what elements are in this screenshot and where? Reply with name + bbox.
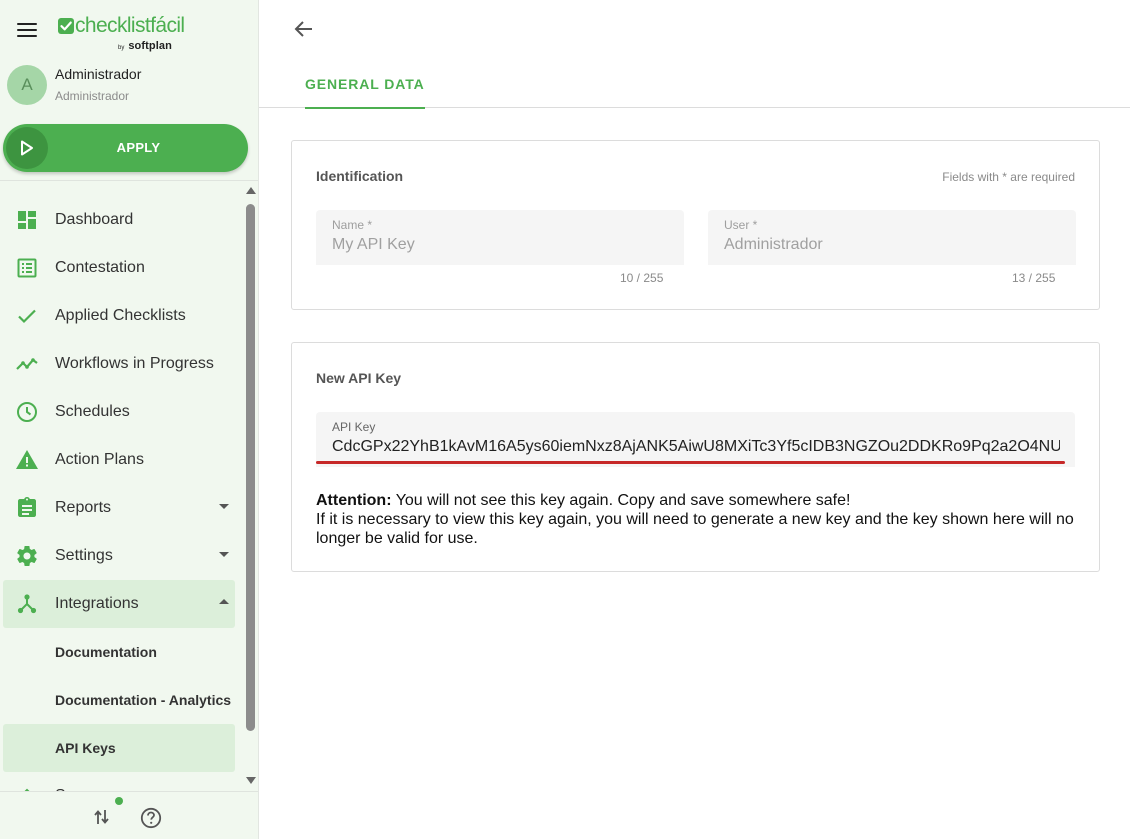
sidebar-item-partial[interactable]: S [3, 772, 235, 791]
sidebar-subitem-label: Documentation [55, 644, 157, 660]
sidebar-item-reports[interactable]: Reports [3, 484, 235, 532]
check-icon [18, 309, 36, 324]
sidebar-header: checklistfácil by softplan [0, 0, 258, 58]
logo-by: by [118, 45, 125, 51]
sidebar-subitem-label: API Keys [55, 740, 116, 756]
sidebar-item-label: Dashboard [55, 211, 134, 228]
sidebar-item-label: Contestation [55, 259, 145, 276]
user-name: Administrador [55, 66, 142, 82]
sidebar-item-action-plans[interactable]: Action Plans [3, 436, 235, 484]
scrollbar-thumb[interactable] [246, 204, 255, 731]
attention-message: Attention: You will not see this key aga… [316, 491, 1076, 548]
required-note: Fields with * are required [942, 170, 1075, 184]
attention-text: You will not see this key again. Copy an… [391, 492, 851, 509]
logo-brand: softplan [128, 40, 172, 52]
name-counter: 10 / 255 [620, 271, 664, 285]
scroll-up-icon[interactable] [246, 187, 256, 194]
api-key-label: API Key [332, 420, 376, 434]
user-counter: 13 / 255 [1012, 271, 1056, 285]
help-icon[interactable] [140, 807, 162, 829]
attention-label: Attention: [316, 492, 392, 509]
name-field-label: Name * [332, 218, 373, 232]
name-field[interactable]: Name * My API Key [316, 210, 684, 265]
api-key-highlight-underline [316, 461, 1065, 464]
identification-card: Identification Fields with * are require… [291, 140, 1100, 310]
sidebar-subitem-documentation[interactable]: Documentation [3, 628, 235, 676]
identification-title: Identification [316, 168, 404, 184]
list-icon [17, 258, 37, 278]
partial-icon [24, 788, 30, 791]
sync-status-dot [115, 797, 123, 805]
chevron-down-icon [219, 504, 229, 509]
dashboard-icon [18, 211, 36, 229]
sidebar-item-label: Reports [55, 499, 112, 516]
sidebar-item-settings[interactable]: Settings [3, 532, 235, 580]
sidebar-subitem-documentation-analytics[interactable]: Documentation - Analytics [3, 676, 235, 724]
sync-icon[interactable] [93, 807, 111, 827]
tab-general-data[interactable]: GENERAL DATA [305, 58, 425, 109]
user-field[interactable]: User * Administrador [708, 210, 1076, 265]
sidebar-item-applied-checklists[interactable]: Applied Checklists [3, 292, 235, 340]
user-role: Administrador [55, 89, 130, 103]
sidebar-item-label: Workflows in Progress [55, 355, 214, 372]
user-profile[interactable]: A Administrador Administrador [7, 63, 252, 107]
logo-text: checklistfácil [75, 14, 185, 37]
sidebar-item-contestation[interactable]: Contestation [3, 244, 235, 292]
api-key-field[interactable]: API Key CdcGPx22YhB1kAvM16A5ys60iemNxz8A… [316, 412, 1075, 467]
trend-icon [16, 358, 38, 370]
apply-label: APPLY [116, 140, 161, 155]
clipboard-icon [18, 497, 36, 517]
sidebar-item-dashboard[interactable]: Dashboard [3, 196, 235, 244]
sidebar-footer [0, 791, 258, 839]
name-field-value: My API Key [332, 236, 415, 253]
clock-icon [17, 402, 37, 422]
attention-detail: If it is necessary to view this key agai… [316, 511, 1074, 547]
sidebar-item-label: Settings [55, 547, 113, 564]
sidebar-item-label: Schedules [55, 403, 130, 420]
sidebar-nav: Dashboard Contestation Applied Checklist… [0, 181, 243, 791]
chevron-down-icon [219, 552, 229, 557]
chevron-up-icon [219, 599, 229, 604]
new-api-key-card: New API Key API Key CdcGPx22YhB1kAvM16A5… [291, 342, 1100, 572]
user-field-label: User * [724, 218, 758, 232]
sidebar-item-integrations[interactable]: Integrations [3, 580, 235, 628]
integration-icon [17, 594, 37, 614]
sidebar-item-schedules[interactable]: Schedules [3, 388, 235, 436]
sidebar-item-label: Integrations [55, 595, 139, 612]
back-arrow-icon[interactable] [292, 17, 316, 41]
tab-label: GENERAL DATA [305, 76, 425, 92]
menu-icon[interactable] [17, 23, 37, 37]
api-key-value[interactable]: CdcGPx22YhB1kAvM16A5ys60iemNxz8AjANK5Aiw… [332, 438, 1060, 456]
apply-button[interactable]: APPLY [3, 124, 248, 172]
gear-icon [17, 546, 37, 567]
sidebar: checklistfácil by softplan A Administrado… [0, 0, 259, 839]
logo-check-icon [58, 18, 74, 34]
sidebar-item-workflows[interactable]: Workflows in Progress [3, 340, 235, 388]
scroll-down-icon[interactable] [246, 777, 256, 784]
sidebar-subitem-label: Documentation - Analytics [55, 692, 232, 708]
new-api-key-title: New API Key [316, 370, 402, 386]
sidebar-item-label: Applied Checklists [55, 307, 186, 324]
sidebar-item-label: Action Plans [55, 451, 144, 468]
avatar: A [7, 65, 47, 105]
sidebar-subitem-api-keys[interactable]: API Keys [3, 724, 235, 772]
warning-icon [16, 450, 38, 469]
user-field-value: Administrador [724, 236, 823, 253]
sidebar-scrollbar[interactable] [243, 181, 258, 791]
tab-bar: GENERAL DATA [259, 58, 1130, 109]
tab-active-indicator [305, 107, 425, 109]
app-logo[interactable]: checklistfácil by softplan [58, 14, 198, 52]
